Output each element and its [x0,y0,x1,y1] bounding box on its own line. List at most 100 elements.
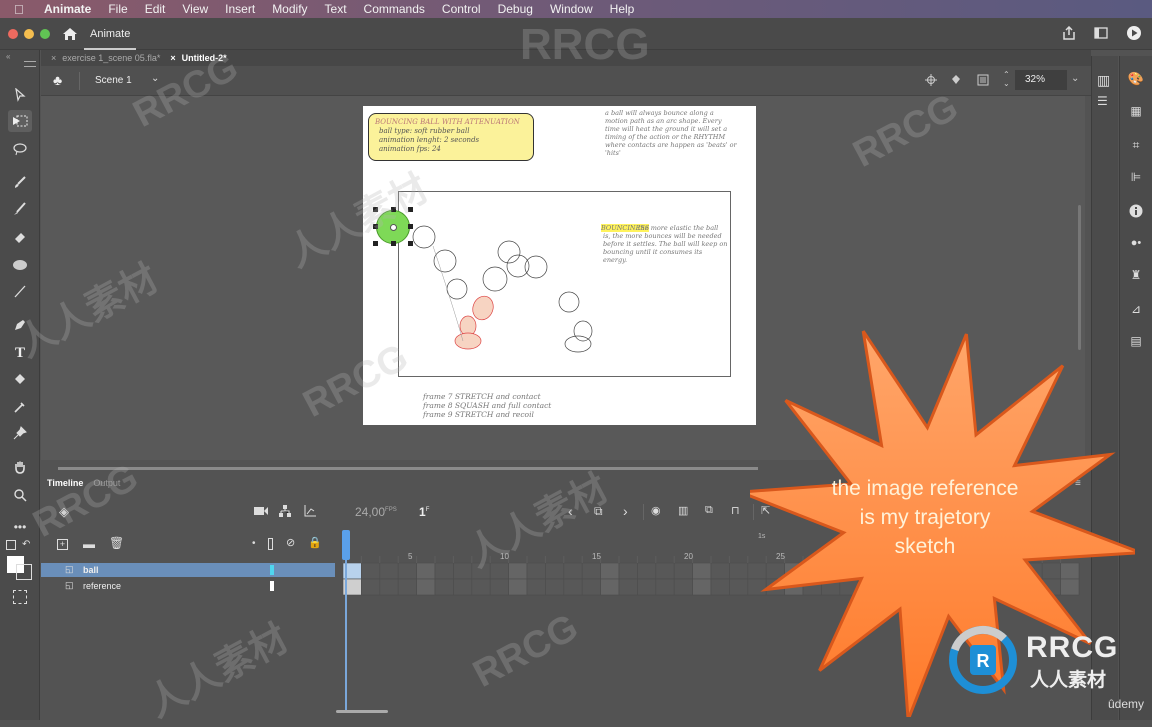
frame-cell[interactable] [581,578,601,596]
frame-cell[interactable] [545,562,565,580]
camera-icon[interactable] [254,506,268,516]
assets-icon[interactable]: ♜ [1127,266,1145,284]
object-drawing-icon[interactable] [13,590,27,604]
share-icon[interactable] [1062,26,1076,40]
current-frame[interactable]: 1F [419,505,429,519]
paint-brush-tool-icon[interactable] [8,172,32,194]
scene-dropdown-icon[interactable]: ⌄ [151,73,159,84]
library-icon[interactable]: ▥ [1097,72,1110,89]
menu-icon[interactable] [24,61,36,67]
free-transform-tool-icon[interactable] [8,110,32,132]
apple-icon[interactable]:  [14,2,30,17]
frame-cell[interactable] [361,562,381,580]
menu-view[interactable]: View [182,2,208,16]
line-tool-icon[interactable] [8,280,32,302]
pen-tool-icon[interactable] [8,314,32,336]
home-icon[interactable] [62,26,78,42]
layer-reference[interactable]: ◱ reference [41,579,335,593]
handle[interactable] [373,241,378,246]
frame-cell[interactable] [618,578,638,596]
new-folder-icon[interactable]: ▬ [83,537,95,551]
frame-cell[interactable] [416,578,436,596]
frame-cell[interactable] [453,562,473,580]
properties-icon[interactable]: ☰ [1097,94,1108,108]
onion-skin-icon[interactable]: ◉ [651,504,661,517]
playhead[interactable] [342,530,350,560]
play-icon[interactable] [1126,25,1142,41]
ball-object[interactable] [376,210,410,244]
menu-window[interactable]: Window [550,2,593,16]
frame-cell[interactable] [453,578,473,596]
frame-cell[interactable] [618,562,638,580]
frame-cell[interactable] [655,578,675,596]
frame-cell[interactable] [471,562,491,580]
eyedropper-tool-icon[interactable] [8,396,32,418]
handle[interactable] [408,207,413,212]
handle[interactable] [373,207,378,212]
motion-presets-icon[interactable]: ●• [1127,234,1145,252]
hide-layers-icon[interactable]: ⊘ [286,536,295,549]
zoom-input[interactable]: 32% [1015,70,1067,90]
handle[interactable] [408,241,413,246]
menu-modify[interactable]: Modify [272,2,307,16]
clip-content-icon[interactable] [977,74,989,86]
frame-cell[interactable] [673,562,693,580]
frame-cell[interactable] [692,562,712,580]
menu-debug[interactable]: Debug [498,2,533,16]
frame-cell[interactable] [563,562,583,580]
collapse-icon[interactable]: « [6,52,10,61]
lasso-tool-icon[interactable] [8,138,32,160]
zoom-stepper[interactable]: ⌃ ⌄ [1003,70,1010,88]
oval-tool-icon[interactable] [8,254,32,276]
close-tab-icon[interactable]: × [170,53,175,63]
new-layer-button[interactable]: + [57,539,68,550]
tab-timeline[interactable]: Timeline [47,478,83,488]
frame-cell[interactable] [563,578,583,596]
handle[interactable] [373,224,378,229]
selection-tool-icon[interactable] [8,84,32,106]
stage[interactable]: BOUNCING BALL WITH ATTENUATION ball type… [363,106,756,425]
frame-cell[interactable] [434,578,454,596]
handle[interactable] [391,241,396,246]
text-tool-icon[interactable]: T [8,342,32,364]
frame-cell[interactable] [526,578,546,596]
insert-keyframe-icon[interactable]: ⧉ [594,504,603,519]
layer-parenting-icon[interactable] [279,505,291,517]
rotate-stage-icon[interactable] [949,73,963,87]
transform-point[interactable] [390,224,397,231]
layer-ball[interactable]: ◱ ball [41,563,335,577]
minimize-window-button[interactable] [24,29,34,39]
menu-help[interactable]: Help [610,2,635,16]
tab-output[interactable]: Output [93,478,120,488]
menu-control[interactable]: Control [442,2,481,16]
frame-cell[interactable] [434,562,454,580]
frame-cell[interactable] [379,562,399,580]
close-tab-icon[interactable]: × [51,53,56,63]
menu-app[interactable]: Animate [44,2,91,16]
layers-icon[interactable]: ◈ [59,504,69,520]
transform-icon[interactable]: ⌗ [1127,136,1145,154]
handle[interactable] [391,207,396,212]
horizontal-scrollbar[interactable] [58,467,758,470]
brush-tool-icon[interactable] [8,198,32,220]
frame-cell[interactable] [526,562,546,580]
pin-tool-icon[interactable] [8,422,32,444]
frame-cell[interactable] [655,562,675,580]
frame-cell[interactable] [397,562,417,580]
color-palette-icon[interactable]: 🎨 [1127,70,1145,88]
fill-color-swatch[interactable] [16,564,32,580]
tab-untitled[interactable]: × Untitled-2* [170,53,226,63]
zoom-tool-icon[interactable] [8,484,32,506]
outline-layers-icon[interactable] [268,538,273,550]
edit-symbol-icon[interactable]: ♣ [53,72,62,88]
tab-exercise[interactable]: × exercise 1_scene 05.fla* [51,53,160,63]
workspace-tab[interactable]: Animate [83,28,137,50]
menu-insert[interactable]: Insert [225,2,255,16]
frame-cell[interactable] [710,562,730,580]
panel-layout-icon[interactable] [1094,27,1108,39]
frame-cell[interactable] [489,562,509,580]
frame-cell[interactable] [581,562,601,580]
frame-cell[interactable] [637,578,657,596]
frame-cell[interactable] [729,578,749,596]
frame-cell[interactable] [710,578,730,596]
